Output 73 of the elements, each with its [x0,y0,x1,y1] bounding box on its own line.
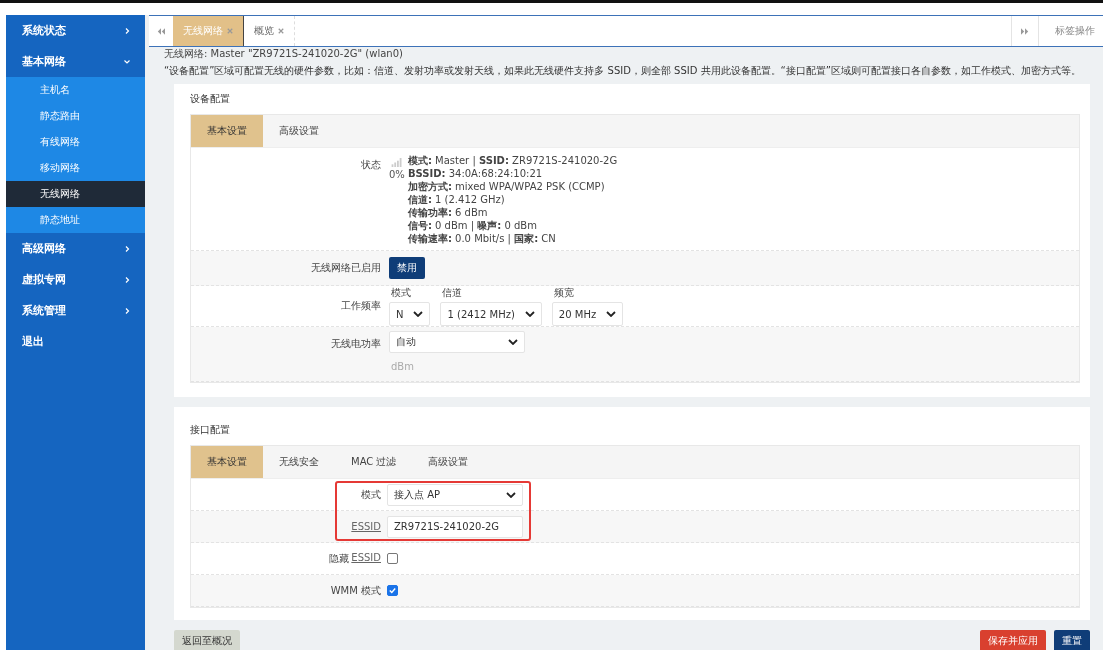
status-line: 模式: Master | SSID: ZR9721S-241020-2G [407,154,618,167]
disable-button[interactable]: 禁用 [389,257,425,279]
select-caption: 信道 [441,286,464,300]
checkbox[interactable] [387,553,398,564]
settings-tab[interactable]: 基本设置 [191,115,263,147]
signal-icon [390,158,403,167]
field-label: 无线网络已启用 [310,261,382,275]
sidebar-item[interactable]: 系统管理 [6,295,145,326]
scroll-right-button[interactable] [1011,16,1039,46]
chevron-down-icon [413,311,424,317]
essid-link[interactable]: ESSID [351,521,381,532]
status-line: 信号: 0 dBm | 噪声: 0 dBm [407,219,538,232]
dropdown-select[interactable]: 自动 [389,331,525,353]
page-heading: 无线网络: Master "ZR9721S-241020-2G" (wlan0) [164,48,404,59]
sidebar-item[interactable]: 虚拟专网 [6,264,145,295]
settings-tab[interactable]: 基本设置 [191,446,263,478]
field-label: 隐藏 [329,551,350,566]
sidebar-subitem[interactable]: 主机名 [6,77,145,103]
description-text: “设备配置”区域可配置无线的硬件参数，比如：信道、发射功率或发射天线，如果此无线硬件支持多 SSID，则全部 SSID 共用此设备配置。“接口配置”区域则可配置接口各自参数，如工作模式、加密方式等。 [164,64,1082,78]
sidebar-subitem[interactable]: 无线网络 [6,181,145,207]
sidebar-subitem[interactable]: 有线网络 [6,129,145,155]
close-icon[interactable] [278,28,284,34]
field-label: 状态 [360,158,382,172]
double-left-icon [157,27,165,35]
action-button[interactable]: 重置 [1054,630,1090,650]
dropdown-select[interactable]: 1 (2412 MHz) [440,302,542,326]
settings-tab[interactable]: MAC 过滤 [335,446,413,478]
sidebar-subitem[interactable]: 静态路由 [6,103,145,129]
essid-link[interactable]: ESSID [351,551,381,566]
settings-tab[interactable]: 高级设置 [412,446,485,478]
field-label: 模式 [361,487,381,502]
sidebar-item[interactable]: 退出 [6,326,145,357]
sidebar-item[interactable]: 基本网络 [6,46,145,77]
chevron-down-icon [606,311,617,317]
sidebar-subitem[interactable]: 移动网络 [6,155,145,181]
signal-percent: 0% [389,169,405,180]
field-label: 工作频率 [340,299,382,313]
section-title: 设备配置 [190,92,231,106]
chevron-down-icon [524,311,535,317]
sidebar-subitem[interactable]: 静态地址 [6,207,145,233]
field-label: 无线电功率 [330,337,382,351]
essid-input[interactable]: ZR9721S-241020-2G [387,515,523,538]
settings-tab[interactable]: 无线安全 [263,446,335,478]
select-caption: 模式 [390,286,412,300]
status-line: 加密方式: mixed WPA/WPA2 PSK (CCMP) [407,180,606,193]
tab-actions-button[interactable]: 标签操作 [1039,16,1103,46]
chevron-right-icon [123,244,131,253]
mode-select[interactable]: 接入点 AP [387,483,523,506]
checkbox[interactable] [387,585,398,596]
dropdown-select[interactable]: 20 MHz [551,302,624,326]
chevron-down-icon [506,491,516,498]
status-line: 信道: 1 (2.412 GHz) [407,193,506,206]
chevron-right-icon [123,275,131,284]
sidebar-item[interactable]: 高级网络 [6,233,145,264]
chevron-right-icon [123,306,131,315]
action-button[interactable]: 返回至概况 [174,630,240,650]
section-title: 接口配置 [190,423,231,437]
settings-tab[interactable]: 高级设置 [263,115,335,147]
status-line: 传输功率: 6 dBm [407,206,489,219]
close-icon[interactable] [227,28,233,34]
double-right-icon [1021,27,1029,35]
status-line: 传输速率: 0.0 Mbit/s | 国家: CN [407,232,557,245]
field-label: WMM 模式 [330,583,381,598]
chevron-down-icon [508,339,518,345]
page-tab[interactable]: 概览 [244,16,295,46]
action-button[interactable]: 保存并应用 [980,630,1046,650]
chevron-down-icon [123,57,131,66]
chevron-right-icon [123,26,131,35]
status-line: BSSID: 34:0A:68:24:10:21 [407,167,544,180]
unit-hint: dBm [390,361,415,372]
sidebar-item[interactable]: 系统状态 [6,15,145,46]
select-caption: 频宽 [552,286,575,300]
dropdown-select[interactable]: N [389,302,431,326]
